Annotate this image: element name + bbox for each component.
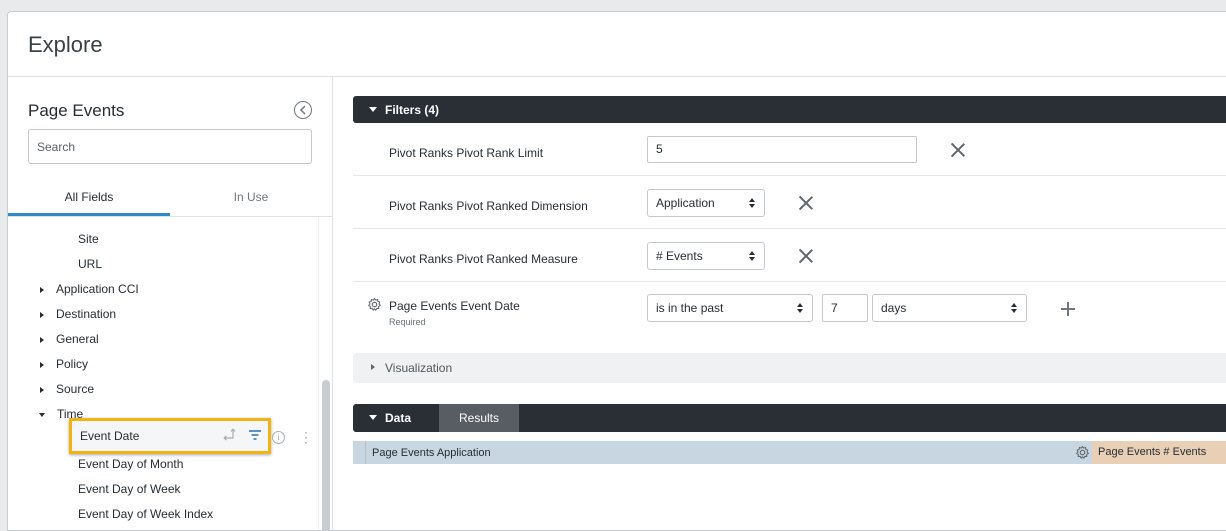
field-tabs: All Fields In Use [8,181,333,217]
scroll-thumb[interactable] [322,380,330,530]
caret-right-icon [40,287,44,293]
field-list-scrollbar[interactable] [318,218,333,530]
field-list: Site URL Application CCI Destination Gen… [8,218,318,530]
info-icon[interactable]: i [272,431,285,444]
pivot-icon[interactable] [222,428,236,442]
select-value: Application [656,196,715,210]
field-label: Event Day of Month [78,457,184,471]
caret-right-icon [371,364,375,370]
field-url[interactable]: URL [78,252,102,277]
group-label: General [56,332,99,346]
select-arrows-icon [1011,303,1017,313]
select-arrows-icon [797,303,803,313]
tab-label: Data [385,411,412,425]
page-title: Explore [28,32,103,57]
caret-down-icon [39,413,45,417]
data-section-header: Data Results [353,404,1226,432]
group-general[interactable]: General [40,327,99,352]
ranked-dimension-select[interactable]: Application [647,189,765,217]
app-header: Explore [8,12,1226,77]
gear-icon[interactable] [1075,445,1090,460]
select-value: # Events [656,249,703,263]
ranked-measure-select[interactable]: # Events [647,242,765,270]
field-event-day-of-week-index[interactable]: Event Day of Week Index [78,502,213,527]
filter-label: Pivot Ranks Pivot Ranked Measure [389,252,578,266]
date-amount-input[interactable]: 7 [822,294,868,322]
tab-all-fields[interactable]: All Fields [8,181,170,216]
filter-label: Pivot Ranks Pivot Ranked Dimension [389,199,588,213]
field-label: Event Date [80,429,140,443]
select-value: is in the past [656,301,724,315]
field-label: Event Day of Week Index [78,507,214,521]
chevron-left-icon [299,105,306,115]
filter-label: Pivot Ranks Pivot Rank Limit [389,146,544,160]
tab-results[interactable]: Results [439,404,519,432]
group-label: Destination [56,307,117,321]
dimension-column-header[interactable]: Page Events Application [372,447,491,459]
explore-name: Page Events [28,101,125,120]
more-options-icon[interactable]: ⋮ [299,430,313,444]
filter-row: Page Events Event Date Required is in th… [353,282,1226,344]
tab-in-use[interactable]: In Use [170,181,332,216]
caret-right-icon [40,337,44,343]
field-label: Site [78,232,99,246]
caret-right-icon [40,362,44,368]
group-application-cci[interactable]: Application CCI [40,277,139,302]
filter-icon[interactable] [248,429,262,441]
explore-window: Explore Page Events All Fields In Use Si… [7,11,1226,531]
rank-limit-input[interactable]: 5 [647,136,917,163]
field-event-date[interactable]: Event Date [69,418,271,454]
select-arrows-icon [749,251,755,261]
filter-row: Pivot Ranks Pivot Ranked Dimension Appli… [353,176,1226,229]
column-divider [365,441,366,464]
group-source[interactable]: Source [40,377,94,402]
caret-down-icon [369,415,377,420]
date-unit-select[interactable]: days [872,294,1027,322]
collapse-sidebar-button[interactable] [294,101,312,119]
field-site[interactable]: Site [78,227,99,252]
remove-filter-icon[interactable] [799,249,813,263]
caret-right-icon [40,387,44,393]
group-policy[interactable]: Policy [40,352,88,377]
filters-section-header[interactable]: Filters (4) [353,96,1226,123]
data-table-header: Page Events Application Page Events # Ev… [353,441,1226,464]
group-label: Policy [56,357,89,371]
caret-down-icon [369,107,377,112]
select-value: days [881,301,907,315]
remove-filter-icon[interactable] [951,143,965,157]
group-label: Application CCI [56,282,139,296]
select-arrows-icon [749,198,755,208]
gear-icon[interactable] [367,297,382,312]
add-filter-condition-icon[interactable] [1061,302,1075,316]
field-search-input[interactable] [28,129,312,164]
date-operator-select[interactable]: is in the past [647,294,813,322]
filter-label: Page Events Event Date [389,299,520,313]
field-event-day-of-week[interactable]: Event Day of Week [78,477,181,502]
tab-data[interactable]: Data [353,404,439,432]
field-picker-sidebar: Page Events All Fields In Use Site URL A… [8,77,333,530]
filter-row: Pivot Ranks Pivot Rank Limit 5 [353,123,1226,176]
field-label: URL [78,257,103,271]
measure-column-header[interactable]: Page Events # Events [1092,441,1226,464]
caret-right-icon [40,312,44,318]
field-event-day-of-month[interactable]: Event Day of Month [78,452,183,477]
required-note: Required [389,317,426,327]
filter-row: Pivot Ranks Pivot Ranked Measure # Event… [353,229,1226,282]
field-label: Event Day of Week [78,482,181,496]
filters-header-label: Filters (4) [385,103,440,117]
group-destination[interactable]: Destination [40,302,116,327]
main-panel: Filters (4) Pivot Ranks Pivot Rank Limit… [334,77,1226,530]
visualization-section-header[interactable]: Visualization [353,353,1226,383]
group-label: Source [56,382,95,396]
visualization-label: Visualization [385,361,453,375]
remove-filter-icon[interactable] [799,196,813,210]
